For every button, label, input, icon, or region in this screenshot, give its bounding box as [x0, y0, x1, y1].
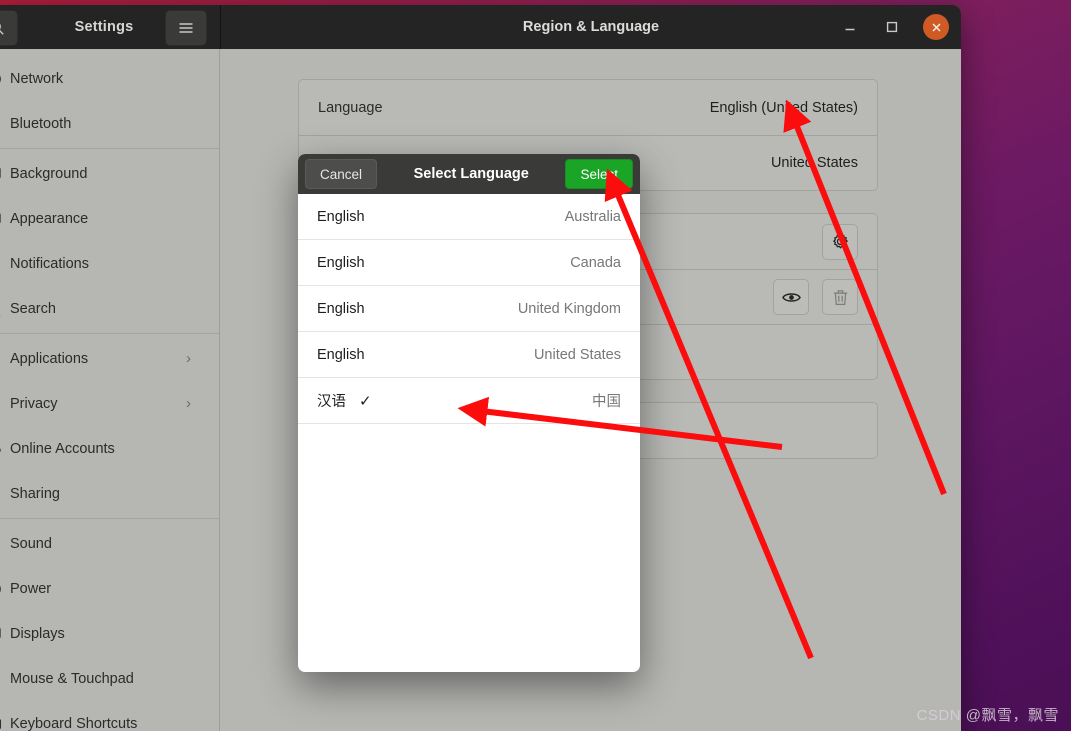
sidebar-item-keyboard-shortcuts[interactable]: Keyboard Shortcuts	[0, 701, 219, 731]
language-name-text: English	[317, 300, 365, 317]
language-label: Language	[318, 99, 383, 116]
sound-note-icon	[0, 535, 10, 553]
sidebar-item-label: Network	[10, 70, 64, 87]
sidebar-separator	[0, 333, 219, 334]
window-controls	[839, 5, 949, 49]
language-name: English	[317, 209, 365, 225]
sidebar-item-applications[interactable]: Applications ›	[0, 336, 219, 381]
language-list-item[interactable]: 汉语 ✓ 中国	[298, 378, 640, 424]
trash-delete-icon[interactable]	[822, 279, 858, 315]
sidebar-item-privacy[interactable]: Privacy ›	[0, 381, 219, 426]
select-button[interactable]: Select	[565, 159, 633, 189]
dialog-title: Select Language	[413, 166, 529, 182]
window-titlebar: Settings Region & Language	[0, 5, 961, 49]
sidebar-item-label: Displays	[10, 625, 65, 642]
language-name-text: English	[317, 208, 365, 225]
language-value: English (United States)	[709, 99, 858, 116]
gear-options-icon[interactable]	[822, 223, 858, 260]
titlebar-right-section: Region & Language	[221, 5, 961, 49]
input-source-action-buttons	[773, 279, 858, 315]
sidebar-item-appearance[interactable]: Appearance	[0, 196, 219, 241]
titlebar-left-section: Settings	[0, 5, 221, 49]
sidebar-item-label: Appearance	[10, 210, 89, 227]
sidebar-item-bluetooth[interactable]: Bluetooth	[0, 101, 219, 146]
sidebar-item-label: Notifications	[10, 255, 89, 272]
select-language-dialog: Cancel Select Language Select English Aus…	[298, 154, 640, 672]
maximize-button[interactable]	[881, 16, 903, 38]
hamburger-menu-icon[interactable]	[165, 10, 207, 46]
eye-preview-icon[interactable]	[773, 279, 809, 315]
language-name-text: English	[317, 254, 365, 271]
sidebar-item-label: Keyboard Shortcuts	[10, 715, 138, 731]
sidebar-item-label: Privacy	[10, 395, 58, 412]
sidebar-item-label: Sound	[10, 535, 52, 552]
language-region: United States	[533, 346, 621, 363]
language-name-text: 汉语	[317, 394, 346, 410]
language-list-item[interactable]: English Canada	[298, 240, 640, 286]
sharing-icon	[0, 485, 10, 503]
sidebar-item-sharing[interactable]: Sharing	[0, 471, 219, 516]
search-icon	[0, 300, 10, 318]
language-list-item[interactable]: English Australia	[298, 194, 640, 240]
language-name: English	[317, 255, 365, 271]
sidebar-item-label: Background	[10, 165, 88, 182]
sidebar-separator	[0, 148, 219, 149]
language-row[interactable]: Language English (United States)	[299, 80, 877, 135]
sidebar-item-notifications[interactable]: Notifications	[0, 241, 219, 286]
minimize-button[interactable]	[839, 16, 861, 38]
sidebar-item-label: Sharing	[10, 485, 60, 502]
cancel-button[interactable]: Cancel	[305, 159, 378, 189]
check-icon: ✓	[359, 392, 372, 410]
sidebar-item-sound[interactable]: Sound	[0, 521, 219, 566]
sidebar-item-online-accounts[interactable]: Online Accounts	[0, 426, 219, 471]
sidebar-item-background[interactable]: Background	[0, 151, 219, 196]
search-icon[interactable]	[0, 10, 18, 46]
privacy-lock-icon	[0, 395, 10, 413]
sidebar-item-displays[interactable]: Displays	[0, 611, 219, 656]
sidebar-item-network[interactable]: Network	[0, 56, 219, 101]
sidebar-item-label: Bluetooth	[10, 115, 72, 132]
settings-sidebar: Network Bluetooth Background Appearance Noti…	[0, 49, 220, 731]
background-icon	[0, 165, 10, 183]
sidebar-item-search[interactable]: Search	[0, 286, 219, 331]
watermark: CSDN @飘雪，飘雪	[916, 707, 1059, 724]
sidebar-item-power[interactable]: Power	[0, 566, 219, 611]
bluetooth-icon	[0, 115, 10, 133]
notifications-icon	[0, 255, 10, 273]
displays-icon	[0, 625, 10, 643]
page-title: Region & Language	[522, 19, 660, 35]
sidebar-item-label: Online Accounts	[10, 440, 115, 457]
mouse-icon	[0, 670, 10, 688]
close-button[interactable]	[923, 14, 949, 40]
cloud-icon	[0, 440, 10, 458]
language-name-text: English	[317, 346, 365, 363]
sidebar-item-label: Mouse & Touchpad	[10, 670, 134, 687]
applications-icon	[0, 350, 10, 368]
language-name: English	[317, 347, 365, 363]
sidebar-item-label: Search	[10, 300, 56, 317]
sidebar-item-mouse-touchpad[interactable]: Mouse & Touchpad	[0, 656, 219, 701]
language-name: 汉语 ✓	[317, 390, 372, 411]
sidebar-separator	[0, 518, 219, 519]
sidebar-item-label: Power	[10, 580, 52, 597]
dialog-header: Cancel Select Language Select	[298, 154, 640, 194]
language-list: English Australia English Canada English Unit…	[298, 194, 640, 424]
power-icon	[0, 580, 10, 598]
chevron-right-icon: ›	[186, 350, 191, 367]
appearance-icon	[0, 210, 10, 228]
chevron-right-icon: ›	[186, 395, 191, 412]
language-region: 中国	[592, 394, 621, 410]
language-region: United Kingdom	[517, 300, 621, 317]
formats-value: United States	[770, 155, 858, 171]
language-list-item[interactable]: English United States	[298, 332, 640, 378]
keyboard-icon	[0, 715, 10, 731]
language-region: Australia	[564, 208, 621, 225]
language-name: English	[317, 301, 365, 317]
sidebar-item-label: Applications	[10, 350, 89, 367]
language-region: Canada	[570, 254, 621, 271]
language-list-item[interactable]: English United Kingdom	[298, 286, 640, 332]
network-icon	[0, 70, 10, 88]
